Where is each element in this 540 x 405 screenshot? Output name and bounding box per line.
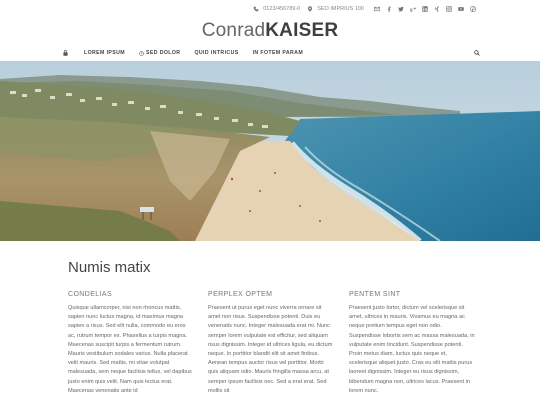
address-text: SEO IMPRIUS 100 [317, 6, 364, 12]
column-heading: PENTEM SINT [349, 291, 401, 298]
nav-item-label: IN FOTEM PARAM [252, 50, 304, 56]
column-heading: PERPLEX OPTEM [208, 291, 273, 298]
phone-number[interactable]: 0123/456789-0 [263, 6, 300, 12]
content-column: PERPLEX OPTEM Praesent ut purus eget nun… [208, 291, 334, 396]
nav-item-quid-intricus[interactable]: QUID INTRICUS [194, 50, 238, 56]
main-navigation: LOREM IPSUM SED DOLOR QUID INTRICUS IN F… [60, 45, 480, 61]
map-pin-icon [306, 6, 313, 13]
column-text: Praesent ut purus eget nunc viverra orna… [208, 305, 333, 394]
mail-icon[interactable] [373, 6, 380, 13]
svg-text:g: g [410, 7, 413, 12]
logo-last-name: KAISER [265, 20, 339, 41]
nav-item-in-fotem-param[interactable]: IN FOTEM PARAM [253, 50, 303, 56]
top-contact-bar: 0123/456789-0 SEO IMPRIUS 100 g [252, 4, 476, 14]
google-plus-icon[interactable]: g [409, 6, 416, 13]
youtube-icon[interactable] [457, 6, 464, 13]
column-text: Quisque ullamcorper, nisi non rhoncus ma… [68, 305, 192, 394]
nav-item-label: QUID INTRICUS [194, 50, 239, 56]
nav-item-lorem-ipsum[interactable]: LOREM IPSUM [84, 50, 125, 56]
search-button[interactable] [474, 50, 480, 56]
column-heading: CONDELIAS [68, 291, 113, 298]
lock-icon [62, 50, 68, 56]
content-column: CONDELIAS Quisque ullamcorper, nisi non … [68, 291, 194, 396]
search-icon [474, 50, 480, 56]
facebook-icon[interactable] [385, 6, 392, 13]
content-column: PENTEM SINT Praesent justo tortor, dictu… [349, 291, 475, 396]
nav-item-label: SED DOLOR [146, 50, 181, 56]
column-text: Praesent justo tortor, dictum vel sceler… [349, 305, 475, 394]
clock-icon [139, 50, 144, 56]
site-logo[interactable]: ConradKAISER [0, 20, 540, 42]
xing-icon[interactable] [433, 6, 440, 13]
hero-image [0, 61, 540, 241]
main-content: Numis matix CONDELIAS Quisque ullamcorpe… [0, 241, 540, 405]
social-links: g [373, 6, 476, 13]
instagram-icon[interactable] [445, 6, 452, 13]
nav-home[interactable] [60, 50, 70, 56]
nav-item-label: LOREM IPSUM [84, 50, 126, 56]
logo-first-name: Conrad [201, 20, 266, 41]
nav-item-sed-dolor[interactable]: SED DOLOR [139, 50, 180, 56]
page-title: Numis matix [68, 259, 151, 276]
phone-icon [252, 6, 259, 13]
twitter-icon[interactable] [397, 6, 404, 13]
linkedin-icon[interactable] [421, 6, 428, 13]
pinterest-icon[interactable] [469, 6, 476, 13]
